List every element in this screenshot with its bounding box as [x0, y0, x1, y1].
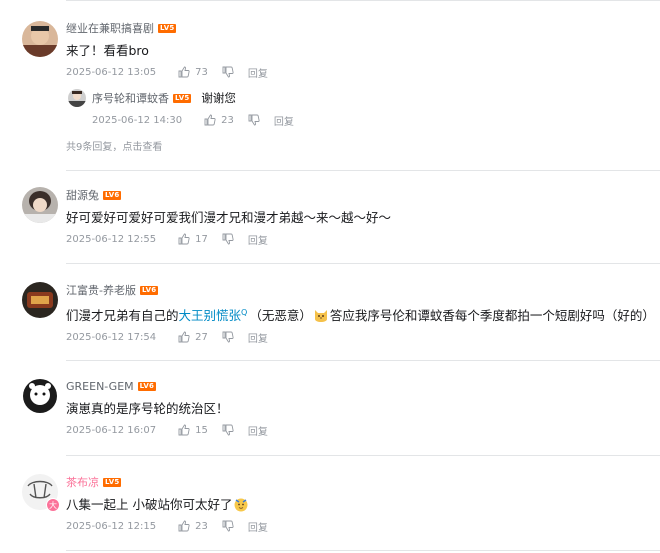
username[interactable]: 继业在兼职搞喜剧 — [66, 20, 154, 36]
comment-text-part: 答应我序号伦和谭蚊香每个季度都拍一个短剧好吗（好的） — [329, 308, 655, 324]
comment-item: 继业在兼职搞喜剧 LV5 来了！看看bro 2025-06-12 13:05 7… — [0, 20, 660, 170]
reply-button[interactable]: 回复 — [248, 423, 268, 438]
like-count: 23 — [221, 114, 234, 126]
like-count: 73 — [195, 66, 208, 78]
thumb-up-icon — [178, 331, 190, 343]
username[interactable]: GREEN-GEM — [66, 380, 134, 393]
user-avatar-image — [22, 378, 58, 414]
comment-text-part: 们漫才兄弟有自己的 — [66, 308, 179, 324]
like-button[interactable]: 27 — [178, 331, 208, 343]
level-badge: LV5 — [173, 93, 192, 103]
level-badge: LV6 — [137, 381, 157, 391]
level-badge: LV6 — [103, 190, 122, 200]
dislike-button[interactable] — [222, 331, 234, 343]
search-mark: Q — [241, 308, 248, 317]
comment-item: 大 茶布凉 LV5 八集一起上 小破站你可太好了 2025-06-12 12:1… — [0, 474, 660, 549]
comment-divider — [66, 170, 660, 171]
sub-user-avatar-image — [68, 89, 86, 107]
comment-text: 八集一起上 小破站你可太好了 — [66, 496, 652, 514]
comment-time: 2025-06-12 17:54 — [66, 331, 157, 343]
sub-reply-text: 谢谢您 — [201, 91, 236, 105]
sub-reply: 序号轮和谭蚊香 LV5 谢谢您 2025-06-12 14:30 23 回复 — [66, 88, 652, 134]
comment-item: 甜源兔 LV6 好可爱好可爱好可爱我们漫才兄和漫才弟越～来～越～好～ 2025-… — [0, 187, 660, 262]
username[interactable]: 甜源兔 — [66, 187, 99, 203]
party-emoji-icon — [234, 498, 248, 512]
sub-username[interactable]: 序号轮和谭蚊香 — [92, 90, 169, 106]
like-count: 17 — [195, 233, 208, 245]
reply-button[interactable]: 回复 — [248, 65, 268, 80]
comment-time: 2025-06-12 12:15 — [66, 520, 157, 532]
avatar[interactable] — [22, 187, 58, 223]
comment-text: 演崽真的是序号轮的统治区！ — [66, 401, 229, 416]
avatar[interactable] — [22, 282, 58, 318]
thumb-down-icon — [222, 331, 234, 343]
thumb-down-icon — [248, 114, 260, 126]
thumb-up-icon — [178, 520, 190, 532]
dislike-button[interactable] — [222, 424, 234, 436]
view-more-replies-link[interactable]: 共9条回复，点击查看 — [66, 138, 652, 153]
reply-button[interactable]: 回复 — [274, 113, 294, 128]
dislike-button[interactable] — [222, 520, 234, 532]
comment-divider — [66, 360, 660, 361]
thumb-down-icon — [222, 233, 234, 245]
comment-text: 好可爱好可爱好可爱我们漫才兄和漫才弟越～来～越～好～ — [66, 210, 392, 225]
dislike-button[interactable] — [248, 114, 260, 126]
comment-divider — [66, 263, 660, 264]
comment-time: 2025-06-12 16:07 — [66, 424, 157, 436]
thumb-up-icon — [178, 424, 190, 436]
thumb-down-icon — [222, 66, 234, 78]
avatar[interactable]: 大 — [22, 474, 60, 512]
thumb-up-icon — [178, 66, 190, 78]
level-badge: LV5 — [158, 23, 177, 33]
comment-text-part: （无恶意） — [249, 308, 312, 324]
thumb-down-icon — [222, 520, 234, 532]
cat-emoji-icon — [314, 310, 327, 323]
username[interactable]: 江富贵-养老版 — [66, 282, 136, 298]
sub-avatar[interactable] — [68, 89, 86, 107]
reply-button[interactable]: 回复 — [248, 232, 268, 247]
like-button[interactable]: 23 — [204, 114, 234, 126]
thumb-up-icon — [204, 114, 216, 126]
username[interactable]: 茶布凉 — [66, 474, 99, 490]
comment-divider — [66, 455, 660, 456]
like-button[interactable]: 17 — [178, 233, 208, 245]
user-avatar-image — [22, 187, 58, 223]
like-button[interactable]: 15 — [178, 424, 208, 436]
comment-text: 们漫才兄弟有自己的大王别慌张Q （无恶意） 答应我序号伦和谭蚊香每个季度都拍一个短剧… — [66, 304, 655, 325]
avatar-badge: 大 — [46, 498, 60, 512]
top-divider — [66, 0, 660, 1]
like-count: 27 — [195, 331, 208, 343]
like-count: 23 — [195, 520, 208, 532]
avatar[interactable] — [22, 21, 58, 57]
dislike-button[interactable] — [222, 66, 234, 78]
level-badge: LV5 — [103, 477, 122, 487]
dislike-button[interactable] — [222, 233, 234, 245]
level-badge: LV6 — [139, 285, 159, 295]
comment-item: GREEN-GEM LV6 演崽真的是序号轮的统治区！ 2025-06-12 1… — [0, 378, 660, 453]
comment-item: 江富贵-养老版 LV6 们漫才兄弟有自己的大王别慌张Q （无恶意） 答应我序号伦和谭… — [0, 282, 660, 357]
reply-button[interactable]: 回复 — [248, 330, 268, 345]
comment-text-part: 八集一起上 小破站你可太好了 — [66, 497, 233, 512]
like-button[interactable]: 23 — [178, 520, 208, 532]
comment-time: 2025-06-12 12:55 — [66, 233, 157, 245]
comment-text: 来了！看看bro — [66, 43, 149, 58]
user-avatar-image — [22, 21, 58, 57]
comment-divider — [66, 550, 660, 551]
thumb-up-icon — [178, 233, 190, 245]
avatar[interactable] — [22, 378, 58, 414]
like-button[interactable]: 73 — [178, 66, 208, 78]
comment-time: 2025-06-12 13:05 — [66, 66, 157, 78]
user-avatar-image — [22, 282, 58, 318]
like-count: 15 — [195, 424, 208, 436]
sub-reply-time: 2025-06-12 14:30 — [92, 114, 183, 126]
reply-button[interactable]: 回复 — [248, 519, 268, 534]
mention-link[interactable]: 大王别慌张 — [179, 308, 242, 323]
thumb-down-icon — [222, 424, 234, 436]
